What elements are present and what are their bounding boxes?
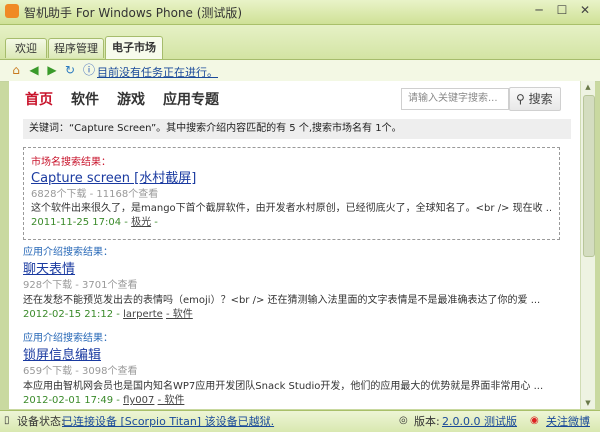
follow-weibo-link[interactable]: 关注微博 [546,411,590,432]
close-button[interactable]: ✕ [574,1,596,19]
result-title[interactable]: 锁屏信息编辑 [23,344,101,363]
search-button[interactable]: ⚲ 搜索 [509,87,561,111]
result-date-line: 2012-02-15 21:12 - larperte - 软件 [23,305,193,320]
intro-section-label: 应用介绍搜索结果： [23,247,113,258]
version-icon: ◎ [399,415,408,426]
version-label: 版本: [414,415,440,428]
maximize-button[interactable]: ☐ [551,1,573,19]
search-icon: ⚲ [516,92,525,106]
result-author[interactable]: larperte [123,309,163,320]
result-category[interactable]: - 软件 [166,309,193,320]
tab-app-management[interactable]: 程序管理 [48,38,104,58]
forward-icon[interactable]: ▶ [45,63,59,77]
status-bar: ▯ 设备状态: 已连接设备 [Scorpio Titan] 该设备已越狱. ◎ … [0,410,600,432]
device-icon: ▯ [4,415,10,426]
title-bar: 智机助手 For Windows Phone (测试版) ─ ☐ ✕ [0,0,600,25]
device-status-value[interactable]: 已连接设备 [Scorpio Titan] 该设备已越狱. [62,411,274,432]
result-meta: 6828个下载 - 11168个查看 [31,189,159,200]
tab-welcome[interactable]: 欢迎 [5,38,47,58]
result-date: 2012-02-15 21:12 - [23,309,120,320]
result-desc: 这个软件出来很久了，是mango下首个截屏软件，由开发者水村原创，已经彻底火了，… [31,203,551,214]
market-content: 首页 软件 游戏 应用专题 请输入关键字搜索... ⚲ 搜索 关键词：“Capture… [9,81,580,409]
info-icon: ⓘ [82,63,95,77]
app-logo-icon [5,4,19,18]
nav-software[interactable]: 软件 [71,89,99,109]
nav-home[interactable]: 首页 [25,89,53,109]
result-date-line: 2011-11-25 17:04 - 极光 - [31,213,158,228]
result-author[interactable]: 极光 [131,217,151,228]
search-input[interactable]: 请输入关键字搜索... [401,88,509,110]
result-author[interactable]: fly007 [123,395,154,406]
vertical-scrollbar[interactable]: ▲ ▼ [580,81,595,409]
weibo-icon: ◉ [530,415,539,426]
scroll-thumb[interactable] [583,95,595,257]
result-title[interactable]: Capture screen [水村截屏] [31,167,196,186]
scroll-down-arrow-icon[interactable]: ▼ [581,397,595,409]
back-icon[interactable]: ◀ [27,63,41,77]
result-date: 2011-11-25 17:04 - [31,217,128,228]
result-desc: 还在发愁不能预览发出去的表情吗（emoji）？<br /> 还在猜测输入法里面的… [23,295,541,306]
tab-strip: 欢迎 程序管理 电子市场 [0,25,600,59]
window-title: 智机助手 For Windows Phone (测试版) [24,6,243,20]
result-date-line: 2012-02-01 17:49 - fly007 - 软件 [23,391,184,406]
keyword-summary: 关键词：“Capture Screen”。其中搜索介绍内容匹配的有 5 个,搜索… [23,119,571,139]
tab-market[interactable]: 电子市场 [105,36,163,59]
market-section-label: 市场名搜索结果： [31,157,111,168]
market-nav: 首页 软件 游戏 应用专题 [25,89,237,111]
nav-topics[interactable]: 应用专题 [163,89,219,109]
version-value[interactable]: 2.0.0.0 测试版 [442,411,517,432]
result-desc: 本应用由智机网会员也是国内知名WP7应用开发团队Snack Studio开发，他… [23,381,543,392]
result-category[interactable]: - 软件 [158,395,185,406]
refresh-icon[interactable]: ↻ [63,63,77,77]
result-tail: - [154,217,158,228]
result-meta: 659个下载 - 3098个查看 [23,366,138,377]
intro-section-label: 应用介绍搜索结果： [23,333,113,344]
task-status-text: 目前没有任务正在进行。 [97,66,218,79]
device-status-label: 设备状态: [17,415,65,428]
minimize-button[interactable]: ─ [528,1,550,19]
toolbar: ⌂ ◀ ▶ ↻ ⓘ 目前没有任务正在进行。 [0,59,600,82]
result-title[interactable]: 聊天表情 [23,258,75,277]
nav-games[interactable]: 游戏 [117,89,145,109]
result-meta: 928个下载 - 3701个查看 [23,280,138,291]
home-icon[interactable]: ⌂ [9,63,23,77]
result-date: 2012-02-01 17:49 - [23,395,120,406]
scroll-up-arrow-icon[interactable]: ▲ [581,81,595,93]
search-button-label: 搜索 [528,92,553,106]
